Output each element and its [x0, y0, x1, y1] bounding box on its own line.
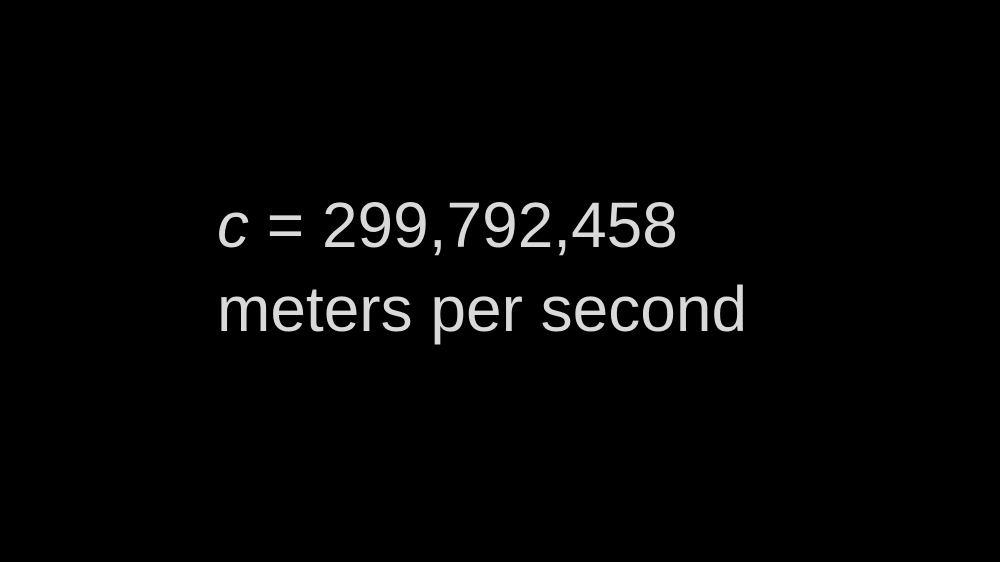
- speed-value: 299,792,458: [321, 189, 678, 261]
- equation-line: c = 299,792,458: [217, 183, 747, 267]
- slide: c = 299,792,458 meters per second: [0, 0, 1000, 562]
- unit-line: meters per second: [217, 273, 748, 345]
- speed-of-light-text: c = 299,792,458 meters per second: [217, 183, 747, 351]
- equals-sign: =: [266, 189, 305, 261]
- variable-c: c: [217, 189, 249, 261]
